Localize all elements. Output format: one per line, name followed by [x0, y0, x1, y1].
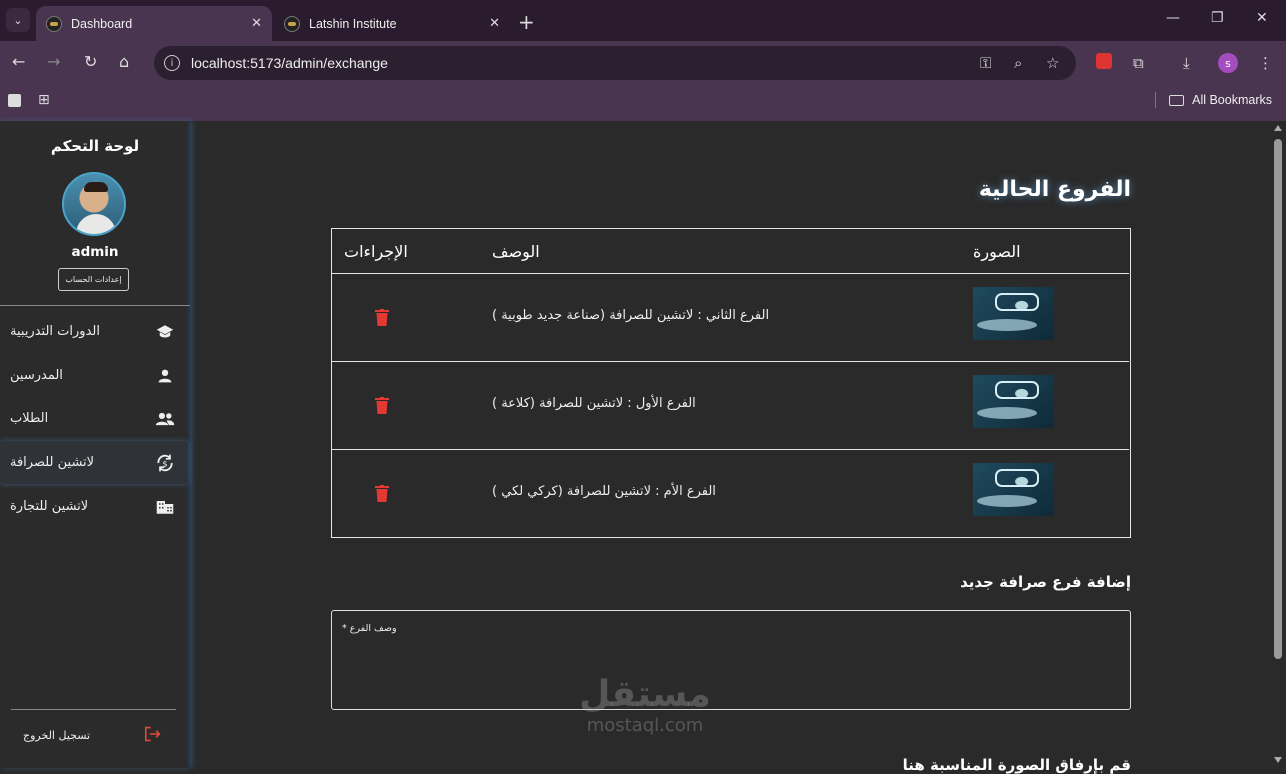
- page: لوحة التحكم admin إعدادات الحساب الدورات…: [0, 121, 1286, 774]
- scroll-up-arrow-icon[interactable]: [1274, 125, 1282, 131]
- close-icon[interactable]: ✕: [251, 16, 262, 31]
- zoom-icon[interactable]: ⌕: [1014, 54, 1022, 72]
- sidebar-item-label: الدورات التدريبية: [10, 324, 100, 339]
- folder-icon: [1169, 94, 1185, 106]
- address-bar[interactable]: i localhost:5173/admin/exchange: [154, 46, 1076, 80]
- extensions-puzzle-icon[interactable]: ⧉: [1133, 54, 1144, 72]
- username: admin: [71, 244, 119, 260]
- password-key-icon[interactable]: ⚿: [980, 54, 991, 72]
- close-window-button[interactable]: ✕: [1256, 10, 1268, 26]
- site-favicon-icon: [284, 15, 300, 32]
- branch-image: [973, 463, 1054, 516]
- avatar: [62, 172, 126, 236]
- field-label: وصف الفرع *: [342, 623, 397, 634]
- business-icon: [154, 497, 176, 517]
- column-header-image: الصورة: [973, 242, 1021, 261]
- branch-image: [973, 375, 1054, 428]
- close-icon[interactable]: ✕: [489, 16, 500, 31]
- watermark-logo: مستقل mostaql.com: [565, 675, 725, 737]
- watermark-url: mostaql.com: [586, 715, 704, 736]
- new-tab-button[interactable]: +: [518, 10, 535, 34]
- sidebar-item-courses[interactable]: الدورات التدريبية: [0, 310, 188, 353]
- minimize-button[interactable]: —: [1166, 10, 1180, 26]
- all-bookmarks-button[interactable]: All Bookmarks: [1169, 93, 1272, 107]
- branch-description: الفرع الثاني : لاتشين للصرافة (صناعة جدي…: [492, 308, 770, 323]
- bookmark-star-icon[interactable]: ☆: [1046, 54, 1059, 72]
- upload-image-title: قم بإرفاق الصورة المناسبة هنا: [902, 756, 1131, 774]
- sidebar-divider: [0, 305, 190, 306]
- sidebar-item-exchange[interactable]: لاتشين للصرافة $: [0, 441, 188, 484]
- extension-icon[interactable]: [1096, 53, 1112, 69]
- table-row: الفرع الأم : لاتشين للصرافة (كركي لكي ): [332, 449, 1129, 537]
- tab-latshin-institute[interactable]: Latshin Institute ✕: [274, 6, 510, 41]
- scroll-down-arrow-icon[interactable]: [1274, 757, 1282, 763]
- tab-dashboard[interactable]: Dashboard ✕: [36, 6, 272, 41]
- menu-dots-icon[interactable]: ⋮: [1258, 54, 1273, 72]
- column-header-description: الوصف: [492, 242, 540, 261]
- site-info-icon[interactable]: i: [164, 55, 180, 71]
- download-icon[interactable]: ⤓: [1183, 54, 1190, 72]
- branch-description-field[interactable]: وصف الفرع *: [331, 610, 1131, 710]
- sidebar-bottom-divider: [11, 709, 176, 710]
- sidebar-title: لوحة التحكم: [50, 137, 140, 155]
- watermark-text: مستقل: [579, 674, 711, 715]
- reload-icon[interactable]: ↻: [84, 52, 97, 71]
- bookmarks-bar: ⊞ All Bookmarks: [0, 85, 1286, 121]
- branch-description: الفرع الأم : لاتشين للصرافة (كركي لكي ): [492, 484, 716, 499]
- scroll-thumb[interactable]: [1274, 139, 1282, 659]
- sidebar-item-label: لاتشين للصرافة: [10, 455, 95, 470]
- back-arrow-icon[interactable]: ←: [12, 52, 25, 71]
- currency-exchange-icon: $: [154, 453, 176, 473]
- sidebar-item-label: الطلاب: [10, 411, 49, 426]
- tab-title: Latshin Institute: [309, 16, 397, 31]
- browser-toolbar: ← → ↻ ⌂ i localhost:5173/admin/exchange …: [0, 41, 1286, 85]
- sidebar: لوحة التحكم admin إعدادات الحساب الدورات…: [0, 121, 190, 768]
- tab-title: Dashboard: [71, 16, 133, 31]
- table-row: الفرع الثاني : لاتشين للصرافة (صناعة جدي…: [332, 273, 1129, 361]
- sidebar-item-label: المدرسين: [10, 368, 63, 383]
- add-branch-title: إضافة فرع صرافة جديد: [960, 573, 1131, 591]
- all-bookmarks-label: All Bookmarks: [1192, 93, 1272, 107]
- delete-icon[interactable]: [375, 485, 389, 502]
- main-content: الفروع الحالية الصورة الوصف الإجراءات ال…: [193, 121, 1271, 774]
- sidebar-item-trading[interactable]: لاتشين للتجارة: [0, 485, 188, 528]
- delete-icon[interactable]: [375, 397, 389, 414]
- url-text[interactable]: localhost:5173/admin/exchange: [191, 55, 388, 71]
- logout-icon: [144, 726, 162, 745]
- apps-grid-icon[interactable]: ⊞: [38, 92, 50, 108]
- branch-description: الفرع الأول : لاتشين للصرافة (كلاعة ): [492, 396, 696, 411]
- bookmarks-divider: [1155, 92, 1156, 108]
- svg-text:$: $: [162, 458, 167, 468]
- tab-groups-icon[interactable]: [8, 94, 21, 107]
- people-icon: [154, 409, 176, 429]
- forward-arrow-icon[interactable]: →: [47, 52, 60, 71]
- page-scrollbar[interactable]: [1271, 121, 1286, 768]
- account-settings-button[interactable]: إعدادات الحساب: [58, 268, 129, 291]
- page-title: الفروع الحالية: [978, 177, 1131, 202]
- branches-table: الصورة الوصف الإجراءات الفرع الثاني : لا…: [331, 228, 1131, 538]
- sidebar-item-teachers[interactable]: المدرسين: [0, 354, 188, 397]
- person-icon: [154, 366, 176, 386]
- profile-avatar[interactable]: s: [1218, 53, 1238, 73]
- branch-image: [973, 287, 1054, 340]
- sidebar-item-students[interactable]: الطلاب: [0, 397, 188, 440]
- logout-label: تسجيل الخروج: [23, 728, 91, 742]
- column-header-actions: الإجراءات: [344, 242, 408, 261]
- table-row: الفرع الأول : لاتشين للصرافة (كلاعة ): [332, 361, 1129, 449]
- logout-button[interactable]: تسجيل الخروج: [0, 723, 190, 747]
- school-icon: [154, 322, 176, 342]
- restore-button[interactable]: ❐: [1211, 10, 1224, 26]
- tab-search-button[interactable]: ⌄: [6, 8, 30, 32]
- browser-tabbar: ⌄ Dashboard ✕ Latshin Institute ✕ + — ❐ …: [0, 0, 1286, 41]
- site-favicon-icon: [46, 15, 62, 32]
- home-icon[interactable]: ⌂: [119, 52, 129, 71]
- delete-icon[interactable]: [375, 309, 389, 326]
- sidebar-item-label: لاتشين للتجارة: [10, 499, 89, 514]
